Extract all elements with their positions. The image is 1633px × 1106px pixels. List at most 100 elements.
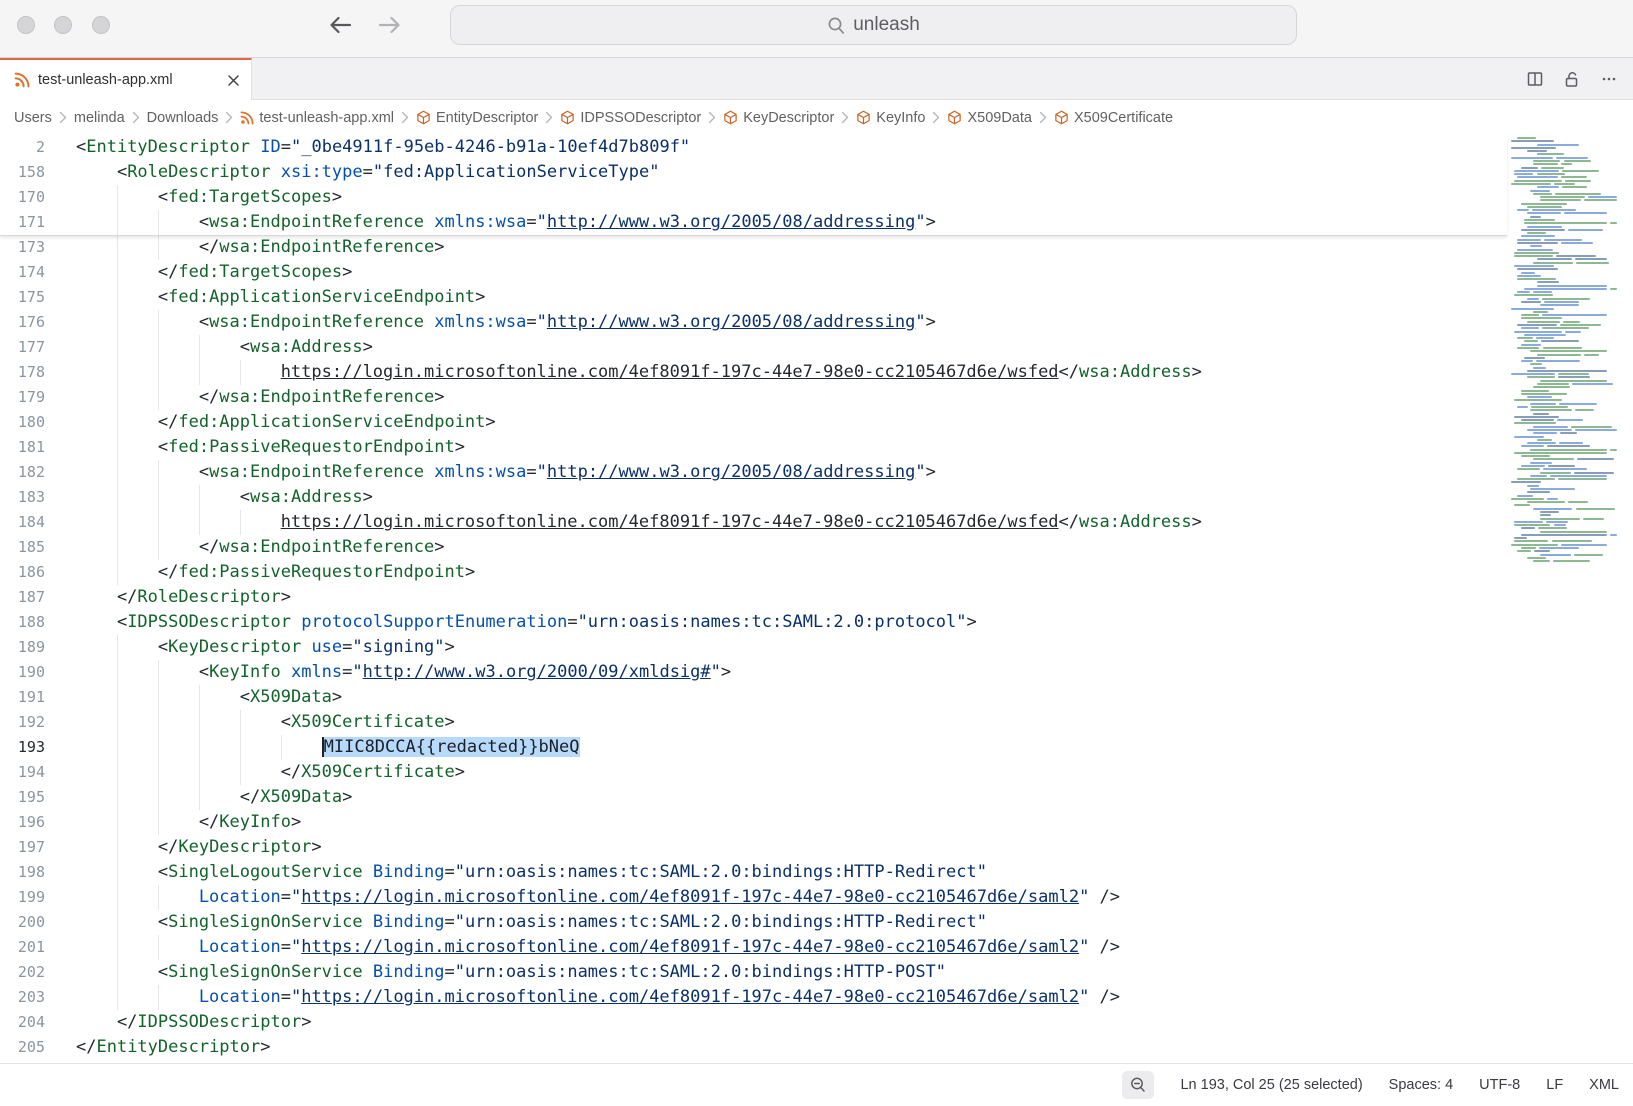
address-search-input[interactable]: unleash	[450, 5, 1297, 45]
code-line-173[interactable]: 173</wsa:EndpointReference>	[0, 235, 1507, 260]
code-line-170[interactable]: 170<fed:TargetScopes>	[0, 185, 1507, 210]
forward-button[interactable]	[376, 11, 404, 39]
code-lines[interactable]: 173</wsa:EndpointReference>174</fed:Targ…	[0, 235, 1507, 1063]
traffic-light-minimize-button[interactable]	[54, 16, 72, 34]
line-number[interactable]: 204	[0, 1010, 45, 1035]
line-number[interactable]: 174	[0, 260, 45, 285]
breadcrumb-item-users[interactable]: Users	[14, 110, 52, 126]
line-number[interactable]: 182	[0, 460, 45, 485]
code-line-190[interactable]: 190<KeyInfo xmlns="http://www.w3.org/200…	[0, 660, 1507, 685]
line-number[interactable]: 197	[0, 835, 45, 860]
line-number[interactable]: 184	[0, 510, 45, 535]
line-number[interactable]: 185	[0, 535, 45, 560]
breadcrumb-item-melinda[interactable]: melinda	[74, 110, 125, 126]
breadcrumb-item-idpssodescriptor[interactable]: IDPSSODescriptor	[560, 110, 701, 126]
line-number[interactable]: 171	[0, 210, 45, 235]
line-number[interactable]: 201	[0, 935, 45, 960]
code-line-187[interactable]: 187</RoleDescriptor>	[0, 585, 1507, 610]
code-line-171[interactable]: 171<wsa:EndpointReference xmlns:wsa="htt…	[0, 210, 1507, 235]
breadcrumb-item-test-unleash-app-xml[interactable]: test-unleash-app.xml	[240, 110, 394, 126]
code-line-197[interactable]: 197</KeyDescriptor>	[0, 835, 1507, 860]
code-line-192[interactable]: 192<X509Certificate>	[0, 710, 1507, 735]
line-number[interactable]: 194	[0, 760, 45, 785]
code-line-183[interactable]: 183<wsa:Address>	[0, 485, 1507, 510]
line-number[interactable]: 179	[0, 385, 45, 410]
code-line-176[interactable]: 176<wsa:EndpointReference xmlns:wsa="htt…	[0, 310, 1507, 335]
line-number[interactable]: 205	[0, 1035, 45, 1060]
sticky-scroll-lines[interactable]: 2<EntityDescriptor ID="_0be4911f-95eb-42…	[0, 135, 1507, 236]
line-number[interactable]: 178	[0, 360, 45, 385]
code-line-203[interactable]: 203Location="https://login.microsoftonli…	[0, 985, 1507, 1010]
breadcrumb-item-downloads[interactable]: Downloads	[147, 110, 219, 126]
code-line-177[interactable]: 177<wsa:Address>	[0, 335, 1507, 360]
line-number[interactable]: 186	[0, 560, 45, 585]
line-number[interactable]: 202	[0, 960, 45, 985]
line-number[interactable]: 198	[0, 860, 45, 885]
code-line-193[interactable]: 193MIIC8DCCA{{redacted}}bNeQ	[0, 735, 1507, 760]
line-number[interactable]: 173	[0, 235, 45, 260]
split-editor-icon[interactable]	[1525, 69, 1545, 89]
code-line-194[interactable]: 194</X509Certificate>	[0, 760, 1507, 785]
line-number[interactable]: 175	[0, 285, 45, 310]
code-line-158[interactable]: 158<RoleDescriptor xsi:type="fed:Applica…	[0, 160, 1507, 185]
code-editor[interactable]: 2<EntityDescriptor ID="_0be4911f-95eb-42…	[0, 135, 1633, 1063]
code-line-200[interactable]: 200<SingleSignOnService Binding="urn:oas…	[0, 910, 1507, 935]
code-line-2[interactable]: 2<EntityDescriptor ID="_0be4911f-95eb-42…	[0, 135, 1507, 160]
tab-close-icon[interactable]	[226, 73, 241, 88]
line-number[interactable]: 158	[0, 160, 45, 185]
line-number[interactable]: 190	[0, 660, 45, 685]
code-line-179[interactable]: 179</wsa:EndpointReference>	[0, 385, 1507, 410]
status-item-4[interactable]: XML	[1589, 1077, 1619, 1093]
breadcrumb-item-keyinfo[interactable]: KeyInfo	[856, 110, 925, 126]
line-number[interactable]: 189	[0, 635, 45, 660]
code-line-205[interactable]: 205</EntityDescriptor>	[0, 1035, 1507, 1060]
line-number[interactable]: 170	[0, 185, 45, 210]
more-actions-icon[interactable]	[1599, 69, 1619, 89]
code-line-180[interactable]: 180</fed:ApplicationServiceEndpoint>	[0, 410, 1507, 435]
line-number[interactable]: 181	[0, 435, 45, 460]
code-line-195[interactable]: 195</X509Data>	[0, 785, 1507, 810]
code-line-186[interactable]: 186</fed:PassiveRequestorEndpoint>	[0, 560, 1507, 585]
code-line-181[interactable]: 181<fed:PassiveRequestorEndpoint>	[0, 435, 1507, 460]
back-button[interactable]	[326, 11, 354, 39]
code-line-204[interactable]: 204</IDPSSODescriptor>	[0, 1010, 1507, 1035]
code-line-182[interactable]: 182<wsa:EndpointReference xmlns:wsa="htt…	[0, 460, 1507, 485]
code-line-198[interactable]: 198<SingleLogoutService Binding="urn:oas…	[0, 860, 1507, 885]
breadcrumb-item-keydescriptor[interactable]: KeyDescriptor	[723, 110, 834, 126]
line-number[interactable]: 183	[0, 485, 45, 510]
code-line-191[interactable]: 191<X509Data>	[0, 685, 1507, 710]
line-number[interactable]: 188	[0, 610, 45, 635]
status-item-3[interactable]: LF	[1546, 1077, 1563, 1093]
code-line-188[interactable]: 188<IDPSSODescriptor protocolSupportEnum…	[0, 610, 1507, 635]
code-line-202[interactable]: 202<SingleSignOnService Binding="urn:oas…	[0, 960, 1507, 985]
line-number[interactable]: 187	[0, 585, 45, 610]
code-line-196[interactable]: 196</KeyInfo>	[0, 810, 1507, 835]
unlock-icon[interactable]	[1562, 69, 1582, 89]
line-number[interactable]: 192	[0, 710, 45, 735]
breadcrumb-item-entitydescriptor[interactable]: EntityDescriptor	[416, 110, 538, 126]
zoom-out-icon[interactable]	[1122, 1071, 1154, 1099]
line-number[interactable]: 2	[0, 135, 45, 160]
status-item-0[interactable]: Ln 193, Col 25 (25 selected)	[1180, 1077, 1362, 1093]
code-line-201[interactable]: 201Location="https://login.microsoftonli…	[0, 935, 1507, 960]
code-line-175[interactable]: 175<fed:ApplicationServiceEndpoint>	[0, 285, 1507, 310]
breadcrumb-item-x509certificate[interactable]: X509Certificate	[1054, 110, 1173, 126]
line-number[interactable]: 177	[0, 335, 45, 360]
line-number[interactable]: 196	[0, 810, 45, 835]
line-number[interactable]: 203	[0, 985, 45, 1010]
status-item-2[interactable]: UTF-8	[1479, 1077, 1520, 1093]
traffic-light-close-button[interactable]	[17, 16, 35, 34]
line-number[interactable]: 199	[0, 885, 45, 910]
line-number[interactable]: 180	[0, 410, 45, 435]
tab-test-unleash-app-xml[interactable]: test-unleash-app.xml	[0, 58, 252, 100]
code-line-184[interactable]: 184https://login.microsoftonline.com/4ef…	[0, 510, 1507, 535]
line-number[interactable]: 195	[0, 785, 45, 810]
code-line-174[interactable]: 174</fed:TargetScopes>	[0, 260, 1507, 285]
line-number[interactable]: 191	[0, 685, 45, 710]
line-number[interactable]: 176	[0, 310, 45, 335]
code-line-189[interactable]: 189<KeyDescriptor use="signing">	[0, 635, 1507, 660]
breadcrumb-item-x509data[interactable]: X509Data	[947, 110, 1032, 126]
code-line-178[interactable]: 178https://login.microsoftonline.com/4ef…	[0, 360, 1507, 385]
code-line-185[interactable]: 185</wsa:EndpointReference>	[0, 535, 1507, 560]
minimap[interactable]	[1507, 137, 1620, 697]
